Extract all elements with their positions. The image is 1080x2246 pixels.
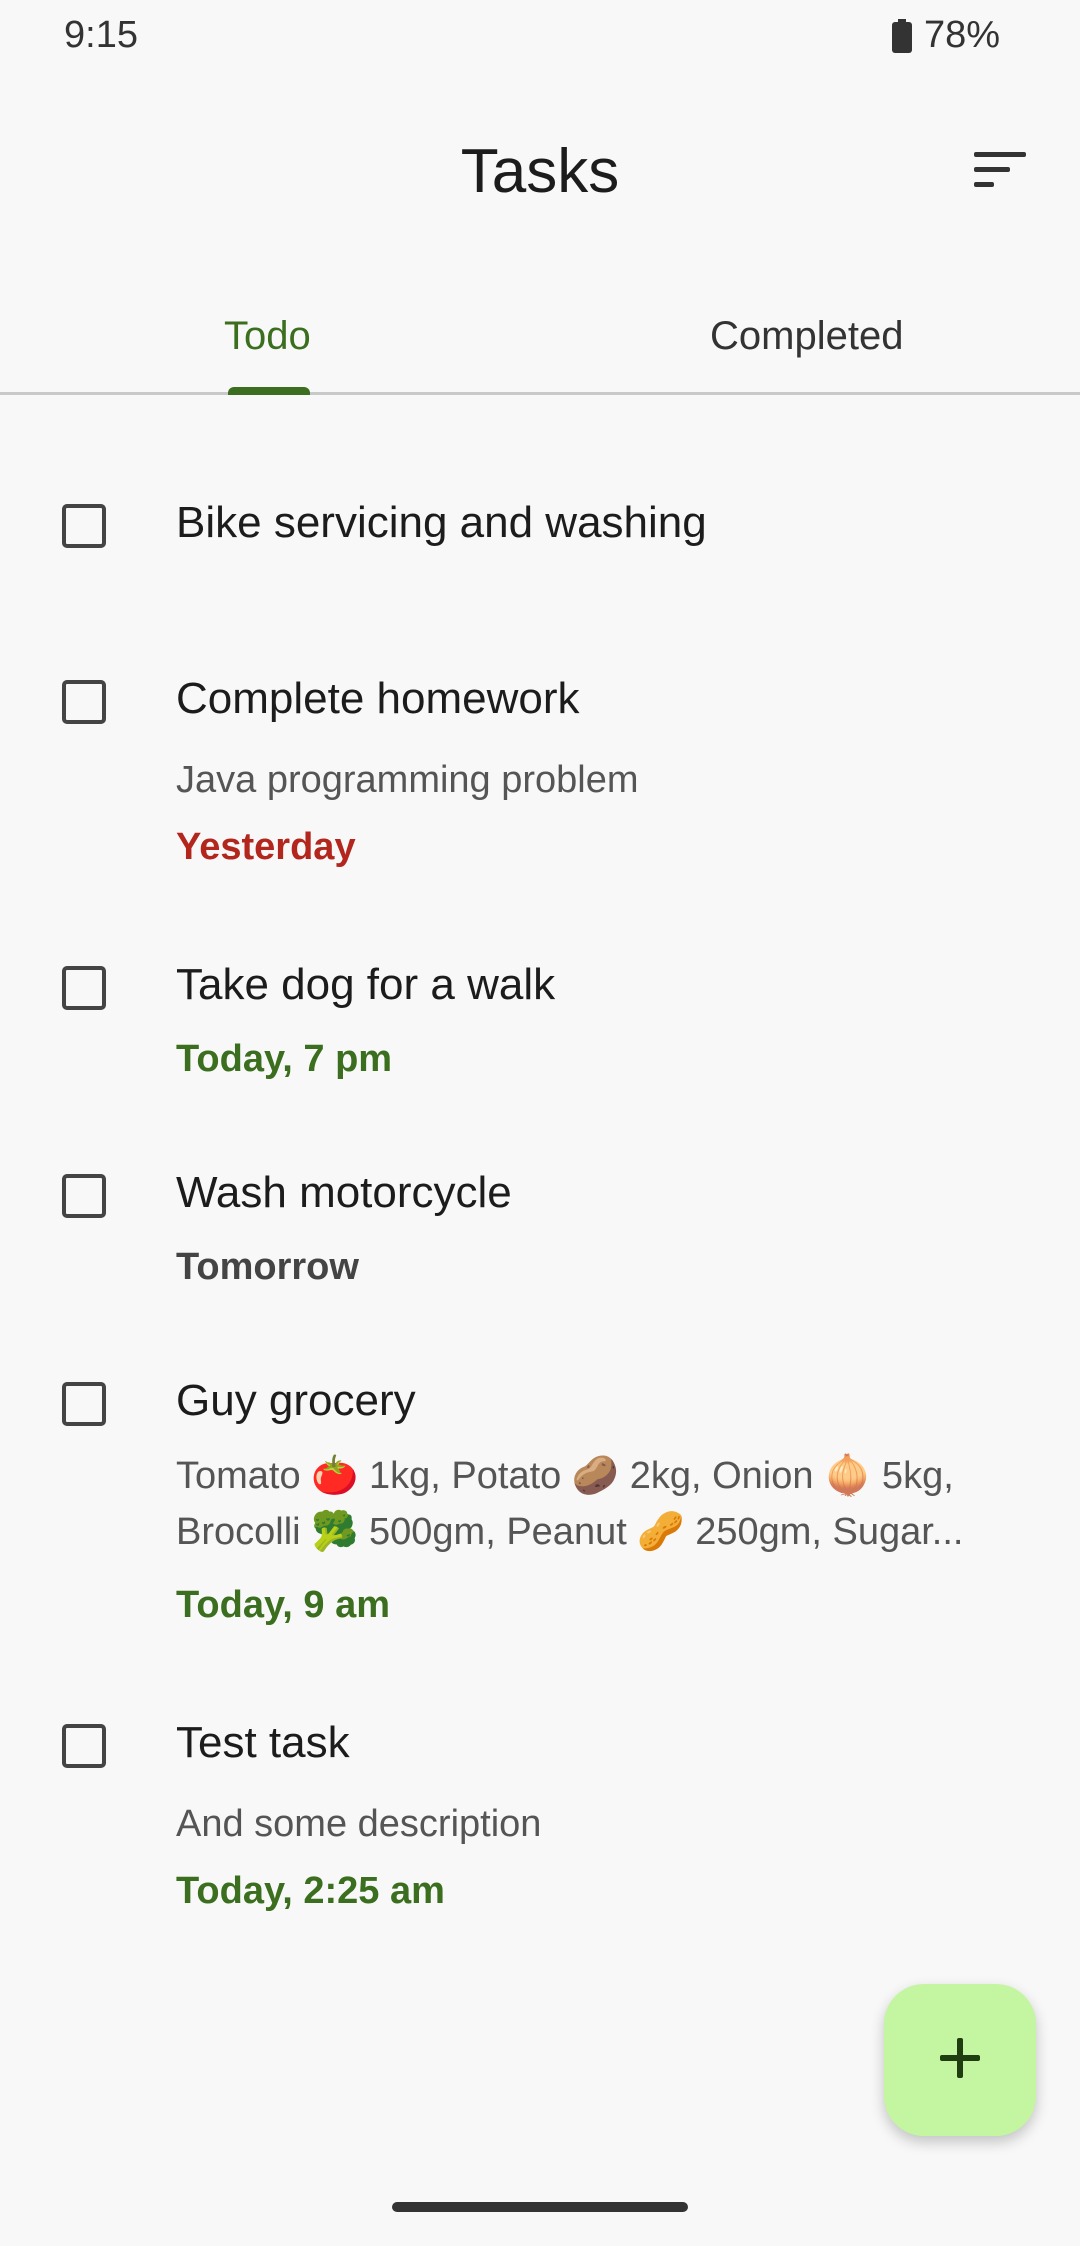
tab-todo[interactable]: Todo bbox=[0, 280, 540, 392]
tab-completed[interactable]: Completed bbox=[540, 280, 1080, 392]
home-indicator[interactable] bbox=[392, 2202, 688, 2212]
tab-bar: Todo Completed bbox=[0, 280, 1080, 395]
battery-percent: 78% bbox=[923, 14, 1000, 56]
task-due-date: Yesterday bbox=[176, 826, 356, 868]
task-checkbox[interactable] bbox=[62, 1724, 106, 1768]
plus-icon bbox=[938, 2036, 982, 2085]
task-checkbox[interactable] bbox=[62, 1382, 106, 1426]
task-title: Bike servicing and washing bbox=[176, 498, 707, 547]
status-bar: 9:15 78% bbox=[0, 0, 1080, 76]
task-checkbox[interactable] bbox=[62, 1174, 106, 1218]
sort-icon bbox=[974, 151, 1026, 193]
page-title: Tasks bbox=[460, 137, 620, 206]
task-description: And some description bbox=[176, 1803, 542, 1845]
task-title: Guy grocery bbox=[176, 1376, 416, 1425]
sort-button[interactable] bbox=[956, 136, 1044, 208]
status-indicators: 78% bbox=[891, 14, 1000, 57]
app-bar: Tasks bbox=[0, 100, 1080, 240]
task-checkbox[interactable] bbox=[62, 504, 106, 548]
task-checkbox[interactable] bbox=[62, 966, 106, 1010]
tab-indicator bbox=[228, 387, 310, 395]
task-title: Take dog for a walk bbox=[176, 960, 556, 1009]
task-checkbox[interactable] bbox=[62, 680, 106, 724]
battery-icon bbox=[891, 18, 912, 53]
task-title: Test task bbox=[176, 1718, 350, 1767]
add-task-button[interactable] bbox=[884, 1984, 1036, 2136]
task-due-date: Today, 2:25 am bbox=[176, 1870, 445, 1912]
task-due-date: Today, 9 am bbox=[176, 1584, 390, 1626]
task-due-date: Today, 7 pm bbox=[176, 1038, 393, 1080]
task-description: Java programming problem bbox=[176, 759, 639, 801]
status-time: 9:15 bbox=[64, 14, 138, 56]
task-title: Complete homework bbox=[176, 674, 580, 723]
task-due-date: Tomorrow bbox=[176, 1246, 359, 1288]
task-description: Tomato 🍅 1kg, Potato 🥔 2kg, Onion 🧅 5kg,… bbox=[176, 1455, 964, 1553]
task-title: Wash motorcycle bbox=[176, 1168, 512, 1217]
